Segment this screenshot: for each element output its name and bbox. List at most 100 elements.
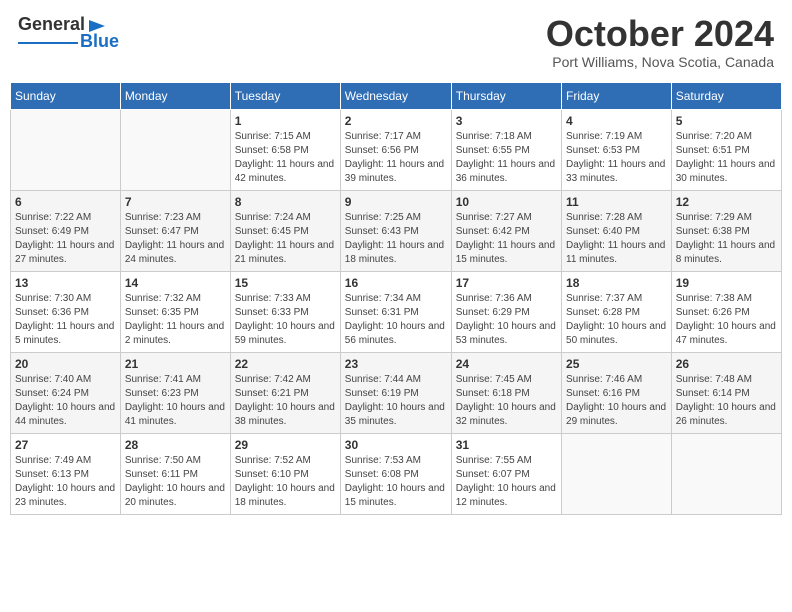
day-info: Sunrise: 7:40 AMSunset: 6:24 PMDaylight:… (15, 373, 116, 429)
location: Port Williams, Nova Scotia, Canada (546, 54, 774, 70)
day-info: Sunrise: 7:36 AMSunset: 6:29 PMDaylight:… (456, 292, 557, 348)
calendar-week-row: 13Sunrise: 7:30 AMSunset: 6:36 PMDayligh… (11, 271, 782, 352)
day-number: 24 (456, 357, 557, 371)
day-number: 1 (235, 114, 336, 128)
day-info: Sunrise: 7:32 AMSunset: 6:35 PMDaylight:… (125, 292, 226, 348)
calendar-table: SundayMondayTuesdayWednesdayThursdayFrid… (10, 82, 782, 515)
month-title: October 2024 (546, 14, 774, 54)
calendar-cell: 2 Sunrise: 7:17 AMSunset: 6:56 PMDaylight… (340, 109, 451, 190)
calendar-cell: 31Sunrise: 7:55 AMSunset: 6:07 PMDayligh… (451, 433, 561, 514)
logo-line (18, 42, 78, 44)
day-info: Sunrise: 7:48 AMSunset: 6:14 PMDaylight:… (676, 373, 777, 429)
day-info: Sunrise: 7:34 AMSunset: 6:31 PMDaylight:… (345, 292, 447, 348)
day-info: Sunrise: 7:50 AMSunset: 6:11 PMDaylight:… (125, 454, 226, 510)
day-number: 25 (566, 357, 667, 371)
day-number: 10 (456, 195, 557, 209)
calendar-header-tuesday: Tuesday (230, 82, 340, 109)
calendar-week-row: 6 Sunrise: 7:22 AMSunset: 6:49 PMDaylight… (11, 190, 782, 271)
calendar-cell: 25 Sunrise: 7:46 AMSunset: 6:16 PMDayligh… (562, 352, 672, 433)
calendar-cell: 21 Sunrise: 7:41 AMSunset: 6:23 PMDayligh… (120, 352, 230, 433)
calendar-week-row: 20 Sunrise: 7:40 AMSunset: 6:24 PMDayligh… (11, 352, 782, 433)
day-info: Sunrise: 7:49 AMSunset: 6:13 PMDaylight:… (15, 454, 116, 510)
calendar-cell: 17Sunrise: 7:36 AMSunset: 6:29 PMDayligh… (451, 271, 561, 352)
day-number: 21 (125, 357, 226, 371)
day-info: Sunrise: 7:22 AMSunset: 6:49 PMDaylight:… (15, 211, 116, 267)
calendar-header-row: SundayMondayTuesdayWednesdayThursdayFrid… (11, 82, 782, 109)
day-number: 30 (345, 438, 447, 452)
day-number: 2 (345, 114, 447, 128)
day-number: 27 (15, 438, 116, 452)
calendar-cell: 3Sunrise: 7:18 AMSunset: 6:55 PMDaylight… (451, 109, 561, 190)
day-number: 22 (235, 357, 336, 371)
day-number: 4 (566, 114, 667, 128)
day-info: Sunrise: 7:27 AMSunset: 6:42 PMDaylight:… (456, 211, 557, 267)
calendar-cell (671, 433, 781, 514)
day-number: 6 (15, 195, 116, 209)
title-section: October 2024 Port Williams, Nova Scotia,… (546, 14, 774, 70)
day-number: 28 (125, 438, 226, 452)
calendar-cell: 24 Sunrise: 7:45 AMSunset: 6:18 PMDayligh… (451, 352, 561, 433)
calendar-cell: 8 Sunrise: 7:24 AMSunset: 6:45 PMDaylight… (230, 190, 340, 271)
day-info: Sunrise: 7:55 AMSunset: 6:07 PMDaylight:… (456, 454, 557, 510)
day-info: Sunrise: 7:53 AMSunset: 6:08 PMDaylight:… (345, 454, 447, 510)
day-number: 12 (676, 195, 777, 209)
day-info: Sunrise: 7:20 AMSunset: 6:51 PMDaylight:… (676, 130, 777, 186)
calendar-cell: 12 Sunrise: 7:29 AMSunset: 6:38 PMDayligh… (671, 190, 781, 271)
day-number: 9 (345, 195, 447, 209)
calendar-cell: 16 Sunrise: 7:34 AMSunset: 6:31 PMDayligh… (340, 271, 451, 352)
day-info: Sunrise: 7:18 AMSunset: 6:55 PMDaylight:… (456, 130, 557, 186)
day-info: Sunrise: 7:42 AMSunset: 6:21 PMDaylight:… (235, 373, 336, 429)
day-number: 7 (125, 195, 226, 209)
calendar-cell: 11Sunrise: 7:28 AMSunset: 6:40 PMDayligh… (562, 190, 672, 271)
calendar-cell: 15 Sunrise: 7:33 AMSunset: 6:33 PMDayligh… (230, 271, 340, 352)
day-info: Sunrise: 7:15 AMSunset: 6:58 PMDaylight:… (235, 130, 336, 186)
calendar-cell: 30 Sunrise: 7:53 AMSunset: 6:08 PMDayligh… (340, 433, 451, 514)
day-info: Sunrise: 7:28 AMSunset: 6:40 PMDaylight:… (566, 211, 667, 267)
calendar-cell: 4Sunrise: 7:19 AMSunset: 6:53 PMDaylight… (562, 109, 672, 190)
day-number: 15 (235, 276, 336, 290)
calendar-cell: 29 Sunrise: 7:52 AMSunset: 6:10 PMDayligh… (230, 433, 340, 514)
day-number: 16 (345, 276, 447, 290)
logo: General Blue (18, 14, 119, 52)
calendar-header-friday: Friday (562, 82, 672, 109)
calendar-cell: 19 Sunrise: 7:38 AMSunset: 6:26 PMDayligh… (671, 271, 781, 352)
calendar-cell (120, 109, 230, 190)
calendar-cell: 27 Sunrise: 7:49 AMSunset: 6:13 PMDayligh… (11, 433, 121, 514)
calendar-week-row: 27 Sunrise: 7:49 AMSunset: 6:13 PMDayligh… (11, 433, 782, 514)
day-info: Sunrise: 7:17 AMSunset: 6:56 PMDaylight:… (345, 130, 447, 186)
calendar-cell: 10 Sunrise: 7:27 AMSunset: 6:42 PMDayligh… (451, 190, 561, 271)
day-number: 20 (15, 357, 116, 371)
calendar-cell: 23Sunrise: 7:44 AMSunset: 6:19 PMDayligh… (340, 352, 451, 433)
calendar-cell: 13Sunrise: 7:30 AMSunset: 6:36 PMDayligh… (11, 271, 121, 352)
day-info: Sunrise: 7:25 AMSunset: 6:43 PMDaylight:… (345, 211, 447, 267)
day-info: Sunrise: 7:37 AMSunset: 6:28 PMDaylight:… (566, 292, 667, 348)
calendar-cell: 26 Sunrise: 7:48 AMSunset: 6:14 PMDayligh… (671, 352, 781, 433)
day-info: Sunrise: 7:52 AMSunset: 6:10 PMDaylight:… (235, 454, 336, 510)
page-header: General Blue October 2024 Port Williams,… (10, 10, 782, 74)
day-number: 14 (125, 276, 226, 290)
day-number: 26 (676, 357, 777, 371)
day-info: Sunrise: 7:41 AMSunset: 6:23 PMDaylight:… (125, 373, 226, 429)
calendar-header-sunday: Sunday (11, 82, 121, 109)
calendar-cell: 7 Sunrise: 7:23 AMSunset: 6:47 PMDaylight… (120, 190, 230, 271)
day-info: Sunrise: 7:29 AMSunset: 6:38 PMDaylight:… (676, 211, 777, 267)
day-info: Sunrise: 7:46 AMSunset: 6:16 PMDaylight:… (566, 373, 667, 429)
day-info: Sunrise: 7:24 AMSunset: 6:45 PMDaylight:… (235, 211, 336, 267)
calendar-cell: 18 Sunrise: 7:37 AMSunset: 6:28 PMDayligh… (562, 271, 672, 352)
calendar-cell: 6 Sunrise: 7:22 AMSunset: 6:49 PMDaylight… (11, 190, 121, 271)
day-number: 29 (235, 438, 336, 452)
calendar-header-monday: Monday (120, 82, 230, 109)
day-number: 19 (676, 276, 777, 290)
day-info: Sunrise: 7:45 AMSunset: 6:18 PMDaylight:… (456, 373, 557, 429)
day-info: Sunrise: 7:38 AMSunset: 6:26 PMDaylight:… (676, 292, 777, 348)
day-info: Sunrise: 7:33 AMSunset: 6:33 PMDaylight:… (235, 292, 336, 348)
calendar-week-row: 1 Sunrise: 7:15 AMSunset: 6:58 PMDaylight… (11, 109, 782, 190)
day-info: Sunrise: 7:23 AMSunset: 6:47 PMDaylight:… (125, 211, 226, 267)
calendar-cell: 5Sunrise: 7:20 AMSunset: 6:51 PMDaylight… (671, 109, 781, 190)
day-number: 8 (235, 195, 336, 209)
day-number: 18 (566, 276, 667, 290)
calendar-header-thursday: Thursday (451, 82, 561, 109)
calendar-cell (11, 109, 121, 190)
calendar-header-saturday: Saturday (671, 82, 781, 109)
day-number: 23 (345, 357, 447, 371)
